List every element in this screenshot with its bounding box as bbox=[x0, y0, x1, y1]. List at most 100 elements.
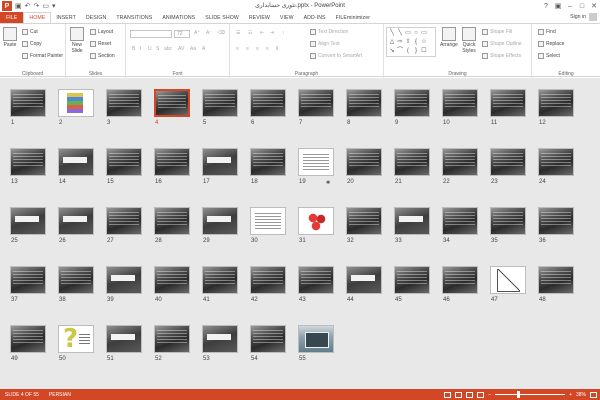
ribbon-display-options-button[interactable]: ▣ bbox=[552, 0, 564, 12]
tab-view[interactable]: VIEW bbox=[275, 12, 299, 23]
shape-outline-button[interactable]: Shape Outline bbox=[482, 41, 522, 47]
sign-in-link[interactable]: Sign in bbox=[570, 14, 586, 20]
font-name-input[interactable] bbox=[130, 30, 172, 38]
decrease-font-icon[interactable]: A⁻ bbox=[206, 30, 212, 36]
italic-icon[interactable]: I bbox=[140, 46, 141, 52]
slide-thumbnail[interactable] bbox=[298, 207, 334, 235]
slide-thumbnail[interactable] bbox=[394, 266, 430, 294]
slide-thumbnail[interactable] bbox=[202, 266, 238, 294]
align-center-icon[interactable]: ≡ bbox=[246, 46, 249, 52]
triangle-shape-icon[interactable]: △ bbox=[389, 39, 395, 45]
underline-icon[interactable]: U bbox=[148, 46, 152, 52]
slide-thumbnail[interactable] bbox=[298, 89, 334, 117]
paste-button[interactable]: Paste bbox=[3, 27, 17, 48]
slide-thumbnail[interactable] bbox=[10, 325, 46, 353]
zoom-slider[interactable] bbox=[495, 391, 566, 398]
slide-thumbnail[interactable] bbox=[442, 266, 478, 294]
increase-font-icon[interactable]: A⁺ bbox=[194, 30, 200, 36]
slide-thumbnail[interactable] bbox=[538, 89, 574, 117]
brace-shape-icon-2[interactable]: } bbox=[413, 48, 419, 54]
arrange-button[interactable]: Arrange bbox=[440, 27, 458, 48]
bullets-icon[interactable]: ☰ bbox=[236, 30, 240, 36]
oval-shape-icon[interactable]: ○ bbox=[413, 30, 419, 36]
normal-view-icon[interactable] bbox=[444, 391, 452, 398]
slide-thumbnail[interactable] bbox=[250, 148, 286, 176]
font-size-input[interactable]: 72 bbox=[174, 30, 190, 38]
slide-thumbnail[interactable] bbox=[106, 266, 142, 294]
slide-thumbnail[interactable] bbox=[250, 325, 286, 353]
replace-button[interactable]: Replace bbox=[538, 41, 564, 47]
slide-thumbnail[interactable] bbox=[394, 207, 430, 235]
tab-file[interactable]: FILE bbox=[0, 12, 24, 23]
slide-thumbnail[interactable] bbox=[202, 89, 238, 117]
slide-thumbnail[interactable] bbox=[298, 325, 334, 353]
reading-view-icon[interactable] bbox=[466, 391, 474, 398]
align-left-icon[interactable]: ≡ bbox=[236, 46, 239, 52]
slide-thumbnail[interactable] bbox=[58, 207, 94, 235]
slide-thumbnail[interactable] bbox=[346, 89, 382, 117]
slide-thumbnail[interactable] bbox=[10, 89, 46, 117]
slide-thumbnail[interactable] bbox=[346, 148, 382, 176]
language-indicator[interactable]: PERSIAN bbox=[44, 392, 76, 398]
maximize-button[interactable]: □ bbox=[576, 0, 588, 12]
close-button[interactable]: ✕ bbox=[588, 0, 600, 12]
help-button[interactable]: ? bbox=[540, 0, 552, 12]
callout-shape-icon[interactable]: ☐ bbox=[421, 48, 427, 54]
curve-shape-icon[interactable]: ↘ bbox=[389, 48, 395, 54]
strikethrough-icon[interactable]: abc bbox=[164, 46, 172, 52]
slide-thumbnail[interactable] bbox=[58, 325, 94, 353]
slide-thumbnail[interactable] bbox=[154, 325, 190, 353]
change-case-icon[interactable]: Aa bbox=[190, 46, 196, 52]
justify-icon[interactable]: ≡ bbox=[266, 46, 269, 52]
copy-button[interactable]: Copy bbox=[22, 41, 42, 47]
shapes-gallery[interactable]: ╲ ╲ ▭ ○ ▭ △ ⇨ ⇧ { ☆ ↘ ⌒ ( } ☐ bbox=[386, 27, 436, 57]
animation-indicator-icon[interactable]: ✱ bbox=[326, 180, 330, 186]
slide-thumbnail[interactable] bbox=[490, 89, 526, 117]
slide-thumbnail[interactable] bbox=[298, 266, 334, 294]
slide-thumbnail[interactable] bbox=[154, 148, 190, 176]
zoom-slider-thumb[interactable] bbox=[517, 391, 521, 398]
new-slide-button[interactable]: New Slide bbox=[70, 27, 84, 54]
line-shape-icon[interactable]: ╲ bbox=[389, 30, 395, 36]
shape-effects-button[interactable]: Shape Effects bbox=[482, 53, 521, 59]
align-right-icon[interactable]: ≡ bbox=[256, 46, 259, 52]
slide-thumbnail[interactable] bbox=[106, 148, 142, 176]
tab-slide-show[interactable]: SLIDE SHOW bbox=[200, 12, 244, 23]
slide-thumbnail[interactable] bbox=[10, 148, 46, 176]
slide-sorter-view-icon[interactable] bbox=[455, 391, 463, 398]
bracket-shape-icon[interactable]: ( bbox=[405, 48, 411, 54]
shadow-icon[interactable]: S bbox=[156, 46, 159, 52]
slide-thumbnail[interactable] bbox=[58, 148, 94, 176]
slide-thumbnail[interactable] bbox=[298, 148, 334, 176]
line-spacing-icon[interactable]: ↕ bbox=[282, 30, 285, 36]
decrease-indent-icon[interactable]: ⇤ bbox=[260, 30, 264, 36]
reset-button[interactable]: Reset bbox=[90, 41, 111, 47]
slide-thumbnail[interactable] bbox=[490, 266, 526, 294]
align-text-button[interactable]: Align Text bbox=[310, 41, 340, 47]
slide-thumbnail[interactable] bbox=[58, 266, 94, 294]
text-direction-button[interactable]: Text Direction bbox=[310, 29, 348, 35]
tab-design[interactable]: DESIGN bbox=[81, 12, 112, 23]
slide-thumbnail[interactable] bbox=[442, 148, 478, 176]
bold-icon[interactable]: B bbox=[132, 46, 135, 52]
arrow-shape-icon[interactable]: ⇨ bbox=[397, 39, 403, 45]
zoom-out-icon[interactable]: – bbox=[488, 392, 491, 398]
find-button[interactable]: Find bbox=[538, 29, 556, 35]
cut-button[interactable]: Cut bbox=[22, 29, 38, 35]
redo-icon[interactable]: ↷ bbox=[34, 2, 40, 10]
slide-thumbnail[interactable] bbox=[442, 89, 478, 117]
tab-fileminimizer[interactable]: FILEminimizer bbox=[331, 12, 375, 23]
slide-thumbnail[interactable] bbox=[346, 266, 382, 294]
slide-thumbnail[interactable] bbox=[250, 266, 286, 294]
format-painter-button[interactable]: Format Painter bbox=[22, 53, 63, 59]
quick-styles-button[interactable]: Quick Styles bbox=[462, 27, 476, 54]
brace-shape-icon[interactable]: { bbox=[413, 39, 419, 45]
customize-qat-icon[interactable]: ▾ bbox=[52, 2, 56, 10]
tab-add-ins[interactable]: ADD-INS bbox=[299, 12, 331, 23]
slide-thumbnail[interactable] bbox=[394, 89, 430, 117]
slide-thumbnail[interactable] bbox=[106, 325, 142, 353]
slide-thumbnail[interactable] bbox=[490, 148, 526, 176]
slide-thumbnail[interactable] bbox=[202, 325, 238, 353]
tab-insert[interactable]: INSERT bbox=[51, 12, 81, 23]
start-slideshow-icon[interactable]: ▭ bbox=[42, 2, 49, 10]
